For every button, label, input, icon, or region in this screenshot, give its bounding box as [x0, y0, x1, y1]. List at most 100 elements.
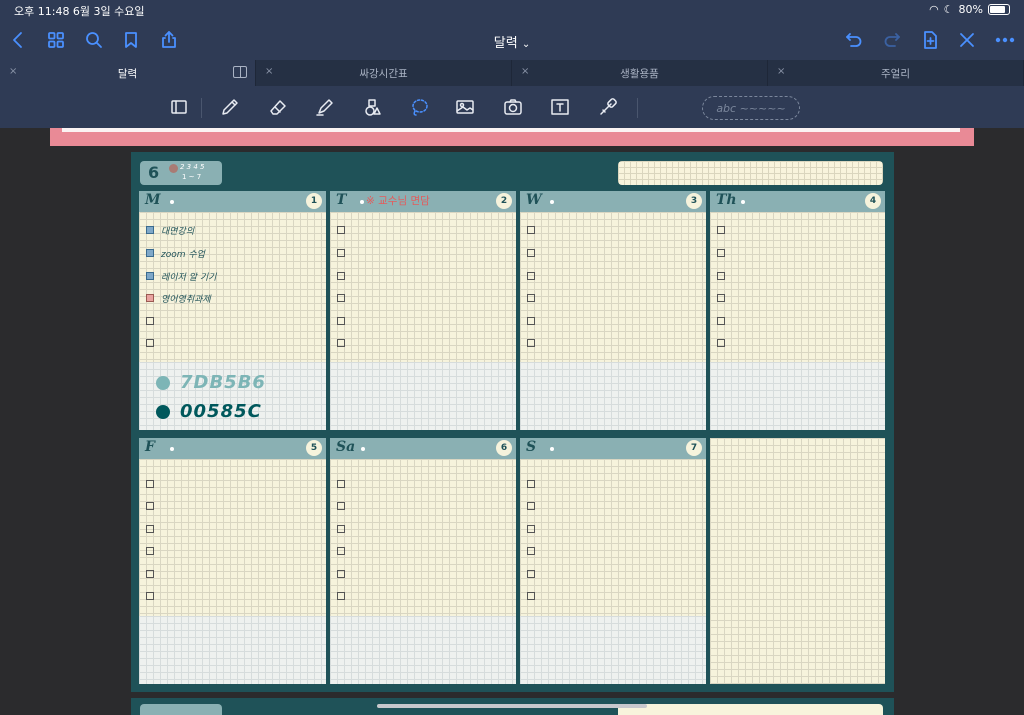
more-icon[interactable]	[993, 28, 1017, 52]
task-item[interactable]	[527, 313, 535, 329]
task-item[interactable]	[717, 335, 725, 351]
task-item[interactable]	[717, 222, 725, 238]
pen-icon[interactable]	[218, 95, 242, 119]
task-item[interactable]	[146, 566, 154, 582]
shapes-icon[interactable]	[360, 95, 384, 119]
tab-close-icon[interactable]: ×	[777, 66, 785, 77]
highlighter-icon[interactable]	[313, 95, 337, 119]
checkbox[interactable]	[337, 249, 345, 257]
task-item[interactable]	[337, 476, 345, 492]
checkbox[interactable]	[717, 249, 725, 257]
checkbox[interactable]	[337, 294, 345, 302]
checkbox[interactable]	[527, 547, 535, 555]
bookmark-icon[interactable]	[119, 28, 143, 52]
task-item[interactable]	[337, 313, 345, 329]
task-item[interactable]	[146, 476, 154, 492]
checkbox[interactable]	[337, 226, 345, 234]
day-thursday[interactable]: Th 4	[710, 191, 885, 430]
checkbox[interactable]	[146, 339, 154, 347]
task-item[interactable]	[337, 588, 345, 604]
day-wednesday[interactable]: W 3	[520, 191, 706, 430]
checkbox[interactable]	[527, 570, 535, 578]
task-item[interactable]	[337, 566, 345, 582]
checkbox[interactable]	[337, 480, 345, 488]
task-item[interactable]	[527, 498, 535, 514]
tab-timetable[interactable]: × 싸강시간표	[256, 60, 512, 86]
checkbox[interactable]	[527, 339, 535, 347]
task-item[interactable]	[527, 290, 535, 306]
task-item[interactable]	[337, 335, 345, 351]
checkbox[interactable]	[527, 317, 535, 325]
checkbox[interactable]	[527, 249, 535, 257]
reader-mode-icon[interactable]	[167, 95, 191, 119]
tab-calendar[interactable]: × 달력	[0, 60, 256, 86]
close-icon[interactable]	[955, 28, 979, 52]
task-item[interactable]: 레이저 알 기기	[146, 268, 216, 284]
day-tuesday[interactable]: T ※ 교수님 면담 2	[330, 191, 516, 430]
task-item[interactable]	[146, 521, 154, 537]
task-item[interactable]	[527, 566, 535, 582]
checkbox[interactable]	[146, 570, 154, 578]
share-icon[interactable]	[157, 28, 181, 52]
document-title-button[interactable]: 달력 ⌄	[494, 36, 530, 51]
search-icon[interactable]	[82, 28, 106, 52]
checkbox[interactable]	[146, 249, 154, 257]
checkbox[interactable]	[527, 592, 535, 600]
task-item[interactable]	[337, 268, 345, 284]
checkbox[interactable]	[337, 272, 345, 280]
checkbox[interactable]	[146, 502, 154, 510]
notes-box[interactable]	[710, 438, 885, 684]
checkbox[interactable]	[337, 317, 345, 325]
task-item[interactable]	[527, 476, 535, 492]
task-item[interactable]	[717, 290, 725, 306]
checkbox[interactable]	[527, 480, 535, 488]
task-item[interactable]	[527, 268, 535, 284]
checkbox[interactable]	[146, 525, 154, 533]
tab-close-icon[interactable]: ×	[9, 66, 17, 77]
task-item[interactable]	[146, 498, 154, 514]
task-item[interactable]	[337, 290, 345, 306]
checkbox[interactable]	[717, 339, 725, 347]
task-item[interactable]	[527, 543, 535, 559]
task-item[interactable]: zoom 수업	[146, 245, 205, 261]
checkbox[interactable]	[717, 294, 725, 302]
camera-icon[interactable]	[501, 95, 525, 119]
checkbox[interactable]	[337, 592, 345, 600]
shape-preset-button[interactable]: abc ~~~~~	[702, 96, 800, 120]
checkbox[interactable]	[146, 592, 154, 600]
task-item[interactable]	[146, 588, 154, 604]
task-item[interactable]	[146, 335, 154, 351]
task-item[interactable]	[717, 313, 725, 329]
task-item[interactable]	[146, 543, 154, 559]
lasso-icon[interactable]	[407, 95, 431, 119]
checkbox[interactable]	[717, 272, 725, 280]
split-view-icon[interactable]	[233, 66, 247, 78]
day-friday[interactable]: F 5	[139, 438, 326, 684]
image-icon[interactable]	[453, 95, 477, 119]
eraser-icon[interactable]	[266, 95, 290, 119]
task-item[interactable]	[527, 588, 535, 604]
checkbox[interactable]	[527, 525, 535, 533]
checkbox[interactable]	[146, 480, 154, 488]
laser-pointer-icon[interactable]	[596, 95, 620, 119]
task-item[interactable]	[527, 521, 535, 537]
tab-close-icon[interactable]: ×	[265, 66, 273, 77]
day-sunday[interactable]: S 7	[520, 438, 706, 684]
checkbox[interactable]	[337, 547, 345, 555]
task-item[interactable]	[527, 222, 535, 238]
checkbox[interactable]	[527, 226, 535, 234]
back-icon[interactable]	[6, 28, 30, 52]
task-item[interactable]	[337, 521, 345, 537]
task-item[interactable]	[337, 245, 345, 261]
task-item[interactable]	[337, 222, 345, 238]
checkbox[interactable]	[337, 502, 345, 510]
notebook-canvas[interactable]: 6 2 3 4 5 1 ~ 7 M 1 대면강의 zoom 수업 레이저 알 기…	[0, 128, 1024, 715]
grid-icon[interactable]	[44, 28, 68, 52]
task-item[interactable]	[717, 245, 725, 261]
add-page-icon[interactable]	[918, 28, 942, 52]
task-item[interactable]	[717, 268, 725, 284]
tab-close-icon[interactable]: ×	[521, 66, 529, 77]
task-item[interactable]	[337, 498, 345, 514]
checkbox[interactable]	[527, 502, 535, 510]
checkbox[interactable]	[337, 339, 345, 347]
